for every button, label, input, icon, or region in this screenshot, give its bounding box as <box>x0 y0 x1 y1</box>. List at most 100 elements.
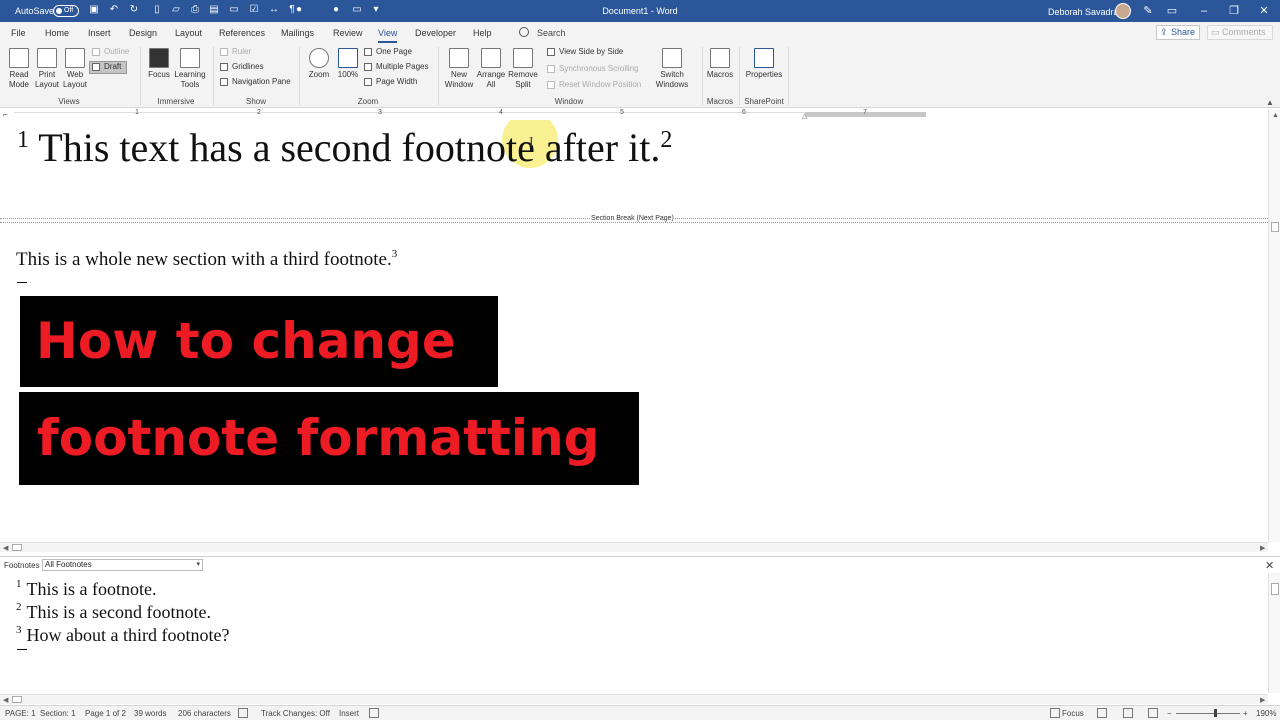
scroll-thumb[interactable] <box>1271 222 1279 232</box>
view-side-by-side-button[interactable]: View Side by Side <box>547 46 623 58</box>
navigation-pane-checkbox[interactable]: Navigation Pane <box>220 76 291 88</box>
zoom-slider-thumb[interactable] <box>1214 709 1217 717</box>
footnote-ref-1[interactable]: 1 <box>17 127 29 153</box>
avatar[interactable] <box>1115 3 1131 19</box>
scroll-left-icon[interactable]: ◀ <box>3 544 8 552</box>
status-words[interactable]: 39 words <box>134 709 166 718</box>
footnotes-filter-dropdown[interactable]: All Footnotes ▾ <box>42 559 203 571</box>
zoom-slider[interactable] <box>1176 713 1240 714</box>
document-paragraph-2[interactable]: This is a whole new section with a third… <box>16 248 397 271</box>
footnote-ref-3[interactable]: 3 <box>392 248 398 260</box>
save-icon[interactable]: ▣ <box>88 4 100 16</box>
folder-icon[interactable]: ▭ <box>228 4 240 16</box>
collapse-ribbon-icon[interactable]: ▲ <box>1266 98 1274 107</box>
page-width-button[interactable]: Page Width <box>364 76 417 88</box>
vertical-scrollbar[interactable]: ▲ <box>1268 110 1280 542</box>
footnotes-vertical-scrollbar[interactable] <box>1268 573 1280 693</box>
search-icon[interactable] <box>519 27 529 37</box>
footnote-item[interactable]: 2 This is a second footnote. <box>16 601 211 623</box>
scroll-thumb[interactable] <box>12 544 22 551</box>
tab-file[interactable]: File <box>11 28 26 38</box>
pen-icon[interactable]: ✎ <box>1141 4 1155 18</box>
scroll-up-icon[interactable]: ▲ <box>1272 112 1279 119</box>
circle-icon[interactable]: ● <box>293 4 305 16</box>
customize-qat-icon[interactable]: ▾ <box>370 4 382 16</box>
gridlines-checkbox[interactable]: Gridlines <box>220 61 264 73</box>
tab-design[interactable]: Design <box>129 28 157 38</box>
focus-button[interactable]: Focus <box>146 48 172 80</box>
user-name[interactable]: Deborah Savadra <box>1048 7 1119 17</box>
footnote-ref-2[interactable]: 2 <box>660 127 672 153</box>
macros-button[interactable]: Macros <box>705 48 735 80</box>
scroll-thumb[interactable] <box>12 696 22 703</box>
scroll-right-icon[interactable]: ▶ <box>1260 544 1265 552</box>
tab-layout[interactable]: Layout <box>175 28 202 38</box>
scroll-right-icon[interactable]: ▶ <box>1260 696 1265 704</box>
macro-record-icon[interactable] <box>369 708 379 718</box>
restore-icon[interactable]: ❐ <box>1227 4 1241 18</box>
properties-button[interactable]: Properties <box>744 48 784 80</box>
zoom-out-icon[interactable]: − <box>1167 709 1172 718</box>
reset-window-position-button[interactable]: Reset Window Position <box>547 79 641 91</box>
web-layout-view-icon[interactable] <box>1148 708 1158 718</box>
web-layout-button[interactable]: Web Layout <box>62 48 88 90</box>
read-mode-view-icon[interactable] <box>1097 708 1107 718</box>
tab-developer[interactable]: Developer <box>415 28 456 38</box>
horizontal-ruler[interactable]: ⌐ 1 2 3 4 5 6 7 △ <box>0 108 1280 120</box>
tab-insert[interactable]: Insert <box>88 28 111 38</box>
width-icon[interactable]: ↔ <box>268 4 280 16</box>
status-focus[interactable]: Focus <box>1062 709 1084 718</box>
remove-split-button[interactable]: Remove Split <box>507 48 539 90</box>
new-window-button[interactable]: New Window <box>443 48 475 90</box>
tab-references[interactable]: References <box>219 28 265 38</box>
right-indent-marker[interactable]: △ <box>802 112 807 120</box>
status-section[interactable]: Section: 1 <box>40 709 76 718</box>
zoom-button[interactable]: Zoom <box>306 48 332 80</box>
footnote-item[interactable]: 3 How about a third footnote? <box>16 624 229 646</box>
autosave-toggle[interactable]: Off <box>53 5 79 17</box>
read-mode-button[interactable]: Read Mode <box>6 48 32 90</box>
document-line-1[interactable]: 1 This text has a second footnote after … <box>17 124 672 171</box>
zoom-in-icon[interactable]: + <box>1243 709 1248 718</box>
focus-mode-icon[interactable] <box>1050 708 1060 718</box>
draft-button[interactable]: Draft <box>92 61 121 73</box>
one-page-button[interactable]: One Page <box>364 46 412 58</box>
footnote-item[interactable]: 1 This is a footnote. <box>16 578 156 600</box>
learning-tools-button[interactable]: Learning Tools <box>173 48 207 90</box>
switch-windows-button[interactable]: Switch Windows <box>650 48 694 90</box>
print-icon[interactable]: ⎙ <box>189 4 201 16</box>
dim-circle-icon[interactable]: ● <box>330 4 342 16</box>
window-icon[interactable]: ▭ <box>351 4 363 16</box>
scroll-left-icon[interactable]: ◀ <box>3 696 8 704</box>
horizontal-scrollbar[interactable]: ◀ ▶ <box>0 542 1268 552</box>
zoom-100-button[interactable]: 100% <box>335 48 361 80</box>
tab-home[interactable]: Home <box>45 28 69 38</box>
undo-icon[interactable]: ↶ <box>108 4 120 16</box>
status-page-of[interactable]: Page 1 of 2 <box>85 709 126 718</box>
tab-view[interactable]: View <box>378 28 398 43</box>
tab-review[interactable]: Review <box>333 28 363 38</box>
check-icon[interactable]: ☑ <box>248 4 260 16</box>
minimize-icon[interactable]: – <box>1197 4 1211 18</box>
print-layout-button[interactable]: Print Layout <box>34 48 60 90</box>
status-characters[interactable]: 206 characters <box>178 709 231 718</box>
share-button[interactable]: Share <box>1156 25 1200 40</box>
close-icon[interactable]: ✕ <box>1257 4 1271 18</box>
comments-button[interactable]: Comments <box>1207 25 1273 40</box>
arrange-all-button[interactable]: Arrange All <box>476 48 506 90</box>
ribbon-display-icon[interactable]: ▭ <box>1165 4 1179 18</box>
status-insert-mode[interactable]: Insert <box>339 709 359 718</box>
status-zoom-level[interactable]: 190% <box>1256 709 1276 718</box>
new-document-icon[interactable]: ▯ <box>151 4 163 16</box>
print-layout-view-icon[interactable] <box>1123 708 1133 718</box>
tab-selector-icon[interactable]: ⌐ <box>3 110 8 119</box>
scroll-thumb[interactable] <box>1271 583 1279 595</box>
close-pane-icon[interactable]: ✕ <box>1265 559 1274 572</box>
ruler-checkbox[interactable]: Ruler <box>220 46 251 58</box>
tab-mailings[interactable]: Mailings <box>281 28 314 38</box>
multiple-pages-button[interactable]: Multiple Pages <box>364 61 428 73</box>
status-page[interactable]: PAGE: 1 <box>5 709 36 718</box>
proofing-icon[interactable] <box>238 708 248 718</box>
open-icon[interactable]: ▱ <box>170 4 182 16</box>
search-box[interactable]: Search <box>537 28 566 38</box>
